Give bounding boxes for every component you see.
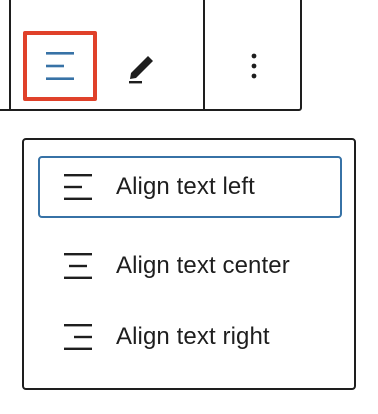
- align-text-button[interactable]: [23, 31, 97, 101]
- align-left-icon: [64, 174, 92, 200]
- menu-item-label: Align text left: [116, 173, 255, 200]
- menu-item-align-left[interactable]: Align text left: [38, 156, 342, 218]
- more-options-button[interactable]: [222, 34, 286, 98]
- menu-item-align-right[interactable]: Align text right: [38, 306, 342, 368]
- align-center-icon: [64, 253, 92, 279]
- editor-canvas: Align text left Align text center Align …: [0, 0, 378, 414]
- block-toolbar: [0, 0, 302, 111]
- toolbar-divider: [9, 0, 11, 109]
- more-vertical-icon: [251, 53, 257, 79]
- edit-button[interactable]: [110, 34, 174, 98]
- menu-item-label: Align text center: [116, 252, 290, 279]
- menu-item-label: Align text right: [116, 323, 270, 350]
- align-left-icon: [46, 52, 74, 80]
- alignment-dropdown-menu: Align text left Align text center Align …: [22, 138, 356, 390]
- align-right-icon: [64, 324, 92, 350]
- pencil-icon: [129, 56, 153, 84]
- toolbar-divider: [203, 0, 205, 109]
- menu-item-align-center[interactable]: Align text center: [38, 235, 342, 297]
